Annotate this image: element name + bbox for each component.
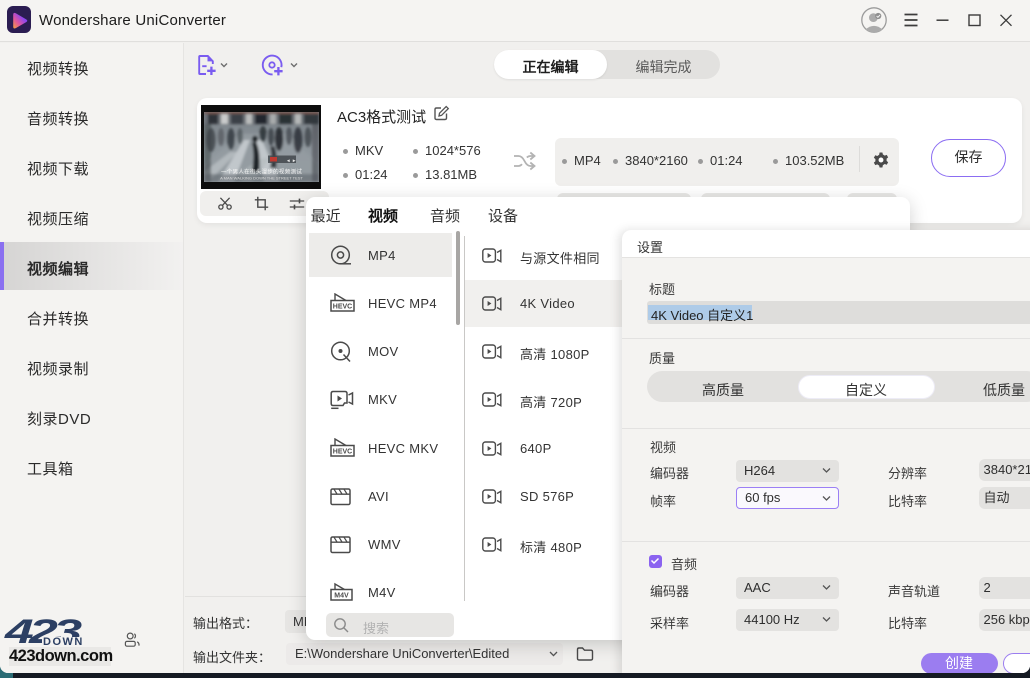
svg-text:A MAN WALKING DOWN THE STREET: A MAN WALKING DOWN THE STREET TEST xyxy=(220,176,303,181)
svg-text:◄ ►: ◄ ► xyxy=(286,158,296,163)
svg-text:一个男人在街头漫步的视频测试: 一个男人在街头漫步的视频测试 xyxy=(221,168,302,176)
svg-text:HEVC: HEVC xyxy=(333,303,352,310)
svg-text:M4V: M4V xyxy=(334,593,349,600)
svg-text:HEVC: HEVC xyxy=(333,448,352,455)
